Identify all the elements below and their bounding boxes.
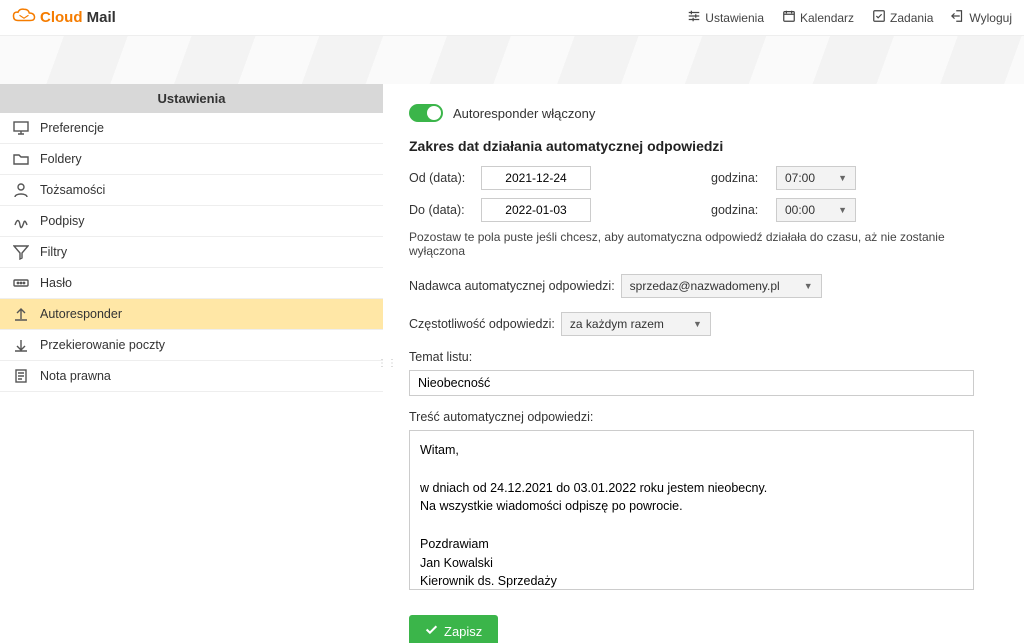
- sidebar-item-filters[interactable]: Filtry: [0, 237, 383, 268]
- to-time-select[interactable]: 00:00 ▼: [776, 198, 856, 222]
- tasks-icon: [872, 9, 886, 26]
- cloud-mail-icon: [12, 7, 36, 28]
- signature-icon: [12, 212, 30, 230]
- to-date-input[interactable]: [481, 198, 591, 222]
- sidebar-item-label: Nota prawna: [40, 369, 111, 383]
- user-icon: [12, 181, 30, 199]
- sidebar-item-forwarding[interactable]: Przekierowanie poczty: [0, 330, 383, 361]
- sidebar-item-label: Filtry: [40, 245, 67, 259]
- settings-sidebar: Ustawienia Preferencje Foldery Tożsamośc…: [0, 84, 383, 643]
- caret-down-icon: ▼: [838, 173, 847, 183]
- topbar: Cloud Mail Ustawienia Kalendarz Zadania …: [0, 0, 1024, 36]
- body-textarea[interactable]: [409, 430, 974, 590]
- sender-label: Nadawca automatycznej odpowiedzi:: [409, 279, 615, 293]
- sidebar-item-password[interactable]: Hasło: [0, 268, 383, 299]
- funnel-icon: [12, 243, 30, 261]
- from-time-select[interactable]: 07:00 ▼: [776, 166, 856, 190]
- upload-arrow-icon: [12, 305, 30, 323]
- nav-calendar[interactable]: Kalendarz: [782, 9, 854, 26]
- sidebar-item-identities[interactable]: Tożsamości: [0, 175, 383, 206]
- monitor-icon: [12, 119, 30, 137]
- hero-background: [0, 36, 1024, 84]
- sidebar-item-label: Foldery: [40, 152, 82, 166]
- frequency-value: za każdym razem: [570, 317, 664, 331]
- main-content: Autoresponder włączony Zakres dat działa…: [391, 84, 1024, 643]
- from-date-label: Od (data):: [409, 171, 471, 185]
- sliders-icon: [687, 9, 701, 26]
- nav-logout[interactable]: Wyloguj: [951, 9, 1012, 26]
- document-icon: [12, 367, 30, 385]
- subject-label: Temat listu:: [409, 350, 974, 364]
- from-time-label: godzina:: [711, 171, 766, 185]
- nav-tasks-label: Zadania: [890, 11, 933, 25]
- nav-settings[interactable]: Ustawienia: [687, 9, 764, 26]
- download-arrow-icon: [12, 336, 30, 354]
- calendar-icon: [782, 9, 796, 26]
- sender-value: sprzedaz@nazwadomeny.pl: [630, 279, 780, 293]
- logout-icon: [951, 9, 965, 26]
- top-nav: Ustawienia Kalendarz Zadania Wyloguj: [687, 9, 1012, 26]
- caret-down-icon: ▼: [838, 205, 847, 215]
- check-icon: [425, 623, 438, 639]
- sidebar-item-autoresponder[interactable]: Autoresponder: [0, 299, 383, 330]
- nav-tasks[interactable]: Zadania: [872, 9, 933, 26]
- to-time-label: godzina:: [711, 203, 766, 217]
- sidebar-item-preferences[interactable]: Preferencje: [0, 113, 383, 144]
- sidebar-item-label: Hasło: [40, 276, 72, 290]
- app-logo: Cloud Mail: [12, 7, 116, 28]
- sidebar-title: Ustawienia: [0, 84, 383, 113]
- subject-input[interactable]: [409, 370, 974, 396]
- save-button-label: Zapisz: [444, 624, 482, 639]
- sidebar-item-folders[interactable]: Foldery: [0, 144, 383, 175]
- to-time-value: 00:00: [785, 203, 815, 217]
- nav-calendar-label: Kalendarz: [800, 11, 854, 25]
- toggle-label: Autoresponder włączony: [453, 106, 595, 121]
- sidebar-item-label: Przekierowanie poczty: [40, 338, 165, 352]
- date-range-hint: Pozostaw te pola puste jeśli chcesz, aby…: [409, 230, 974, 258]
- password-icon: [12, 274, 30, 292]
- sidebar-item-signatures[interactable]: Podpisy: [0, 206, 383, 237]
- body-label: Treść automatycznej odpowiedzi:: [409, 410, 974, 424]
- sidebar-item-label: Preferencje: [40, 121, 104, 135]
- sender-select[interactable]: sprzedaz@nazwadomeny.pl ▼: [621, 274, 822, 298]
- sidebar-item-legal[interactable]: Nota prawna: [0, 361, 383, 392]
- save-button[interactable]: Zapisz: [409, 615, 498, 643]
- app-title: Cloud Mail: [40, 9, 116, 26]
- date-range-title: Zakres dat działania automatycznej odpow…: [409, 138, 974, 154]
- pane-divider[interactable]: ⋮⋮: [383, 84, 391, 643]
- frequency-select[interactable]: za każdym razem ▼: [561, 312, 711, 336]
- from-time-value: 07:00: [785, 171, 815, 185]
- caret-down-icon: ▼: [804, 281, 813, 291]
- sidebar-item-label: Autoresponder: [40, 307, 122, 321]
- to-date-label: Do (data):: [409, 203, 471, 217]
- nav-logout-label: Wyloguj: [969, 11, 1012, 25]
- sidebar-item-label: Podpisy: [40, 214, 84, 228]
- from-date-input[interactable]: [481, 166, 591, 190]
- sidebar-item-label: Tożsamości: [40, 183, 105, 197]
- nav-settings-label: Ustawienia: [705, 11, 764, 25]
- frequency-label: Częstotliwość odpowiedzi:: [409, 317, 555, 331]
- autoresponder-toggle[interactable]: [409, 104, 443, 122]
- caret-down-icon: ▼: [693, 319, 702, 329]
- folder-icon: [12, 150, 30, 168]
